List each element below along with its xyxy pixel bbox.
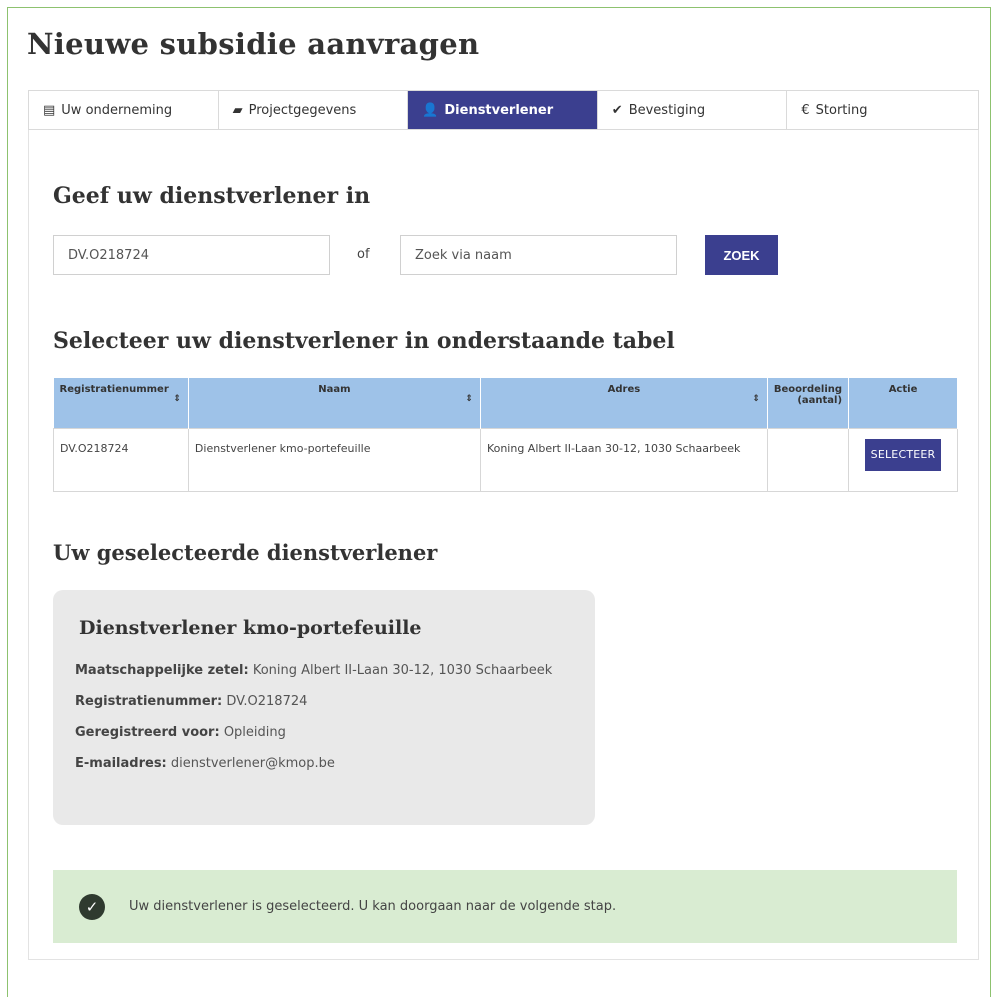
tab-label: Bevestiging xyxy=(628,102,706,118)
tab-uw-onderneming[interactable]: ▤ Uw onderneming xyxy=(29,91,219,129)
tab-projectgegevens[interactable]: ▰ Projectgegevens xyxy=(219,91,409,129)
column-header-actie: Actie xyxy=(848,378,958,428)
detail-geregistreerd-voor: Geregistreerd voor: Opleiding xyxy=(75,725,286,740)
tab-label: Projectgegevens xyxy=(248,102,357,118)
cell-beoordeling xyxy=(766,427,850,492)
folder-icon: ▰ xyxy=(232,102,243,118)
sort-icon[interactable]: ⇕ xyxy=(465,394,473,404)
user-icon: 👤 xyxy=(422,102,439,118)
selected-provider-card: Dienstverlener kmo-portefeuille Maatscha… xyxy=(53,590,595,825)
sort-icon[interactable]: ⇕ xyxy=(173,394,181,404)
tab-label: Dienstverlener xyxy=(444,102,554,118)
page-title: Nieuwe subsidie aanvragen xyxy=(27,27,480,61)
euro-icon: € xyxy=(801,102,810,118)
name-search-input[interactable] xyxy=(400,235,677,275)
alert-message: Uw dienstverlener is geselecteerd. U kan… xyxy=(129,899,617,914)
detail-email: E-mailadres: dienstverlener@kmop.be xyxy=(75,756,335,771)
column-header-naam[interactable]: Naam ⇕ xyxy=(188,378,481,428)
step-tabs: ▤ Uw onderneming ▰ Projectgegevens 👤 Die… xyxy=(28,90,979,130)
tab-dienstverlener[interactable]: 👤 Dienstverlener xyxy=(408,91,598,129)
provider-name: Dienstverlener kmo-portefeuille xyxy=(79,617,422,639)
table-heading: Selecteer uw dienstverlener in onderstaa… xyxy=(53,328,675,354)
check-circle-icon: ✓ xyxy=(79,893,105,920)
provider-table: Registratienummer ⇕ Naam ⇕ Adres ⇕ Beoor… xyxy=(53,378,958,492)
column-header-beoordeling: Beoordeling (aantal) xyxy=(767,378,850,428)
column-header-adres[interactable]: Adres ⇕ xyxy=(480,378,768,428)
select-button[interactable]: SELECTEER xyxy=(864,438,942,471)
check-circle-icon: ✔ xyxy=(611,102,623,118)
search-button[interactable]: ZOEK xyxy=(705,235,778,275)
table-row: DV.O218724 Dienstverlener kmo-portefeuil… xyxy=(53,427,958,492)
detail-registratienummer: Registratienummer: DV.O218724 xyxy=(75,694,308,709)
registration-number-input[interactable] xyxy=(53,235,330,275)
cell-registratienummer: DV.O218724 xyxy=(53,427,189,492)
cell-naam: Dienstverlener kmo-portefeuille xyxy=(187,427,481,492)
cell-adres: Koning Albert II-Laan 30-12, 1030 Schaar… xyxy=(479,427,768,492)
tab-label: Storting xyxy=(815,102,868,118)
detail-zetel: Maatschappelijke zetel: Koning Albert II… xyxy=(75,663,553,678)
provider-details: Maatschappelijke zetel: Koning Albert II… xyxy=(75,655,555,779)
success-alert: ✓ Uw dienstverlener is geselecteerd. U k… xyxy=(53,870,957,943)
tab-storting[interactable]: € Storting xyxy=(787,91,978,129)
cell-actie: SELECTEER xyxy=(848,427,958,492)
tab-bevestiging[interactable]: ✔ Bevestiging xyxy=(598,91,788,129)
search-heading: Geef uw dienstverlener in xyxy=(53,183,371,209)
tab-label: Uw onderneming xyxy=(61,102,173,118)
sort-icon[interactable]: ⇕ xyxy=(752,394,760,404)
or-label: of xyxy=(357,247,370,262)
building-icon: ▤ xyxy=(43,102,56,118)
selected-heading: Uw geselecteerde dienstverlener xyxy=(53,540,438,565)
column-header-registratienummer[interactable]: Registratienummer ⇕ xyxy=(53,378,189,428)
